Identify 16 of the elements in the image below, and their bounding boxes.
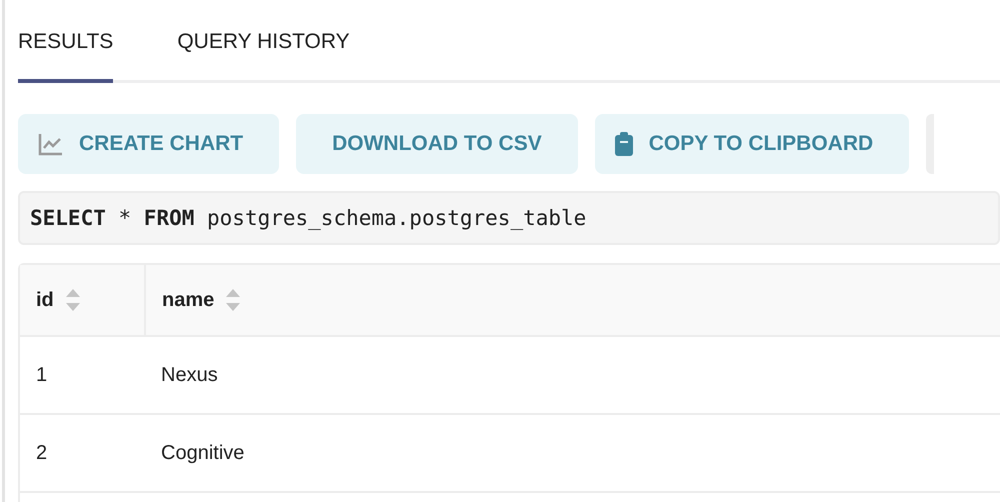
table-cell: 1 xyxy=(36,364,48,386)
tab[interactable]: RESULTS xyxy=(18,0,114,83)
line-chart-icon xyxy=(38,132,63,156)
sort-icon[interactable] xyxy=(226,288,240,312)
toolbar-button[interactable]: CREATE CHART xyxy=(18,114,280,174)
toolbar-button[interactable]: COPY TO CLIPBOARD xyxy=(594,114,910,174)
column-header[interactable]: name xyxy=(162,288,214,312)
tab[interactable]: QUERY HISTORY xyxy=(177,0,350,83)
table-cell: 2 xyxy=(36,442,48,464)
sort-icon[interactable] xyxy=(66,288,80,312)
toolbar-button[interactable]: DOWNLOAD TO CSV xyxy=(296,114,578,174)
clipboard-icon xyxy=(614,132,633,156)
sql-query: SELECT* FROM postgres_schema.postgres_table xyxy=(30,206,586,230)
column-header[interactable]: id xyxy=(36,288,54,312)
table-cell: Nexus xyxy=(161,364,218,386)
table-cell: Cognitive xyxy=(161,442,244,464)
